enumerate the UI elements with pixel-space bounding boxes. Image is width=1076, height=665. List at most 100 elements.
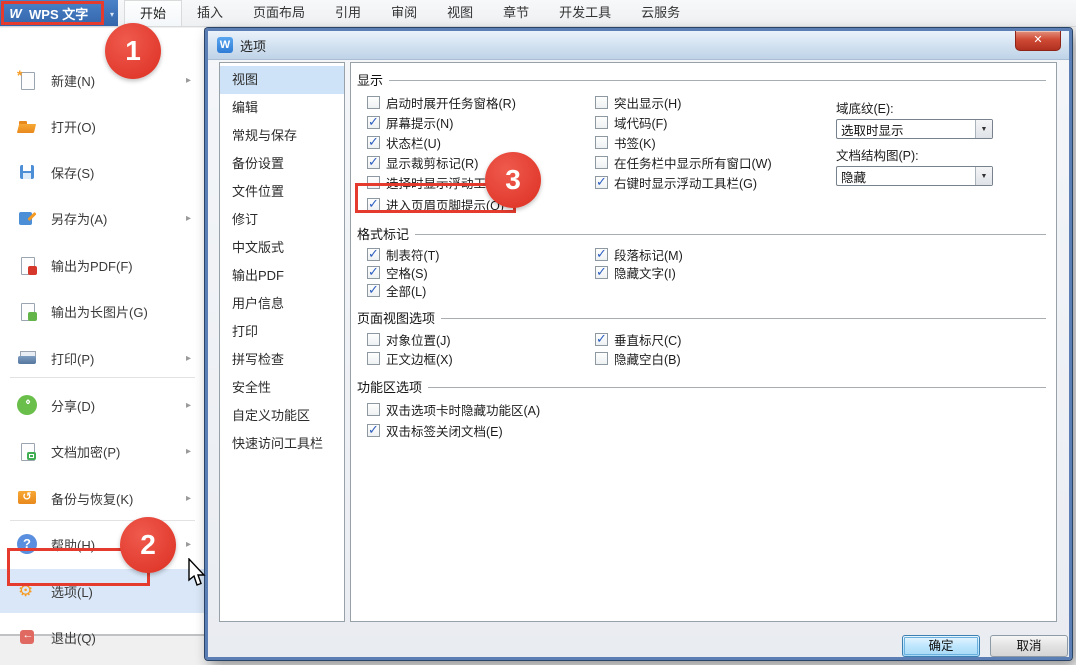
document-map-dropdown[interactable]: 隐藏 (836, 166, 993, 186)
menu-item-export-long-image[interactable]: 输出为长图片(G) (0, 289, 205, 333)
checkbox-row[interactable]: 域代码(F) (595, 113, 667, 132)
checkbox-row[interactable]: 正文边框(X) (367, 349, 595, 368)
checkbox[interactable] (367, 352, 380, 365)
step-2-badge: 2 (120, 517, 176, 573)
checkbox[interactable] (595, 333, 608, 346)
nav-item-edit[interactable]: 编辑 (220, 94, 344, 122)
checkbox[interactable] (595, 248, 608, 261)
highlight-box-wps-button (1, 1, 104, 25)
chevron-down-icon[interactable] (975, 120, 992, 138)
submenu-arrow-icon: ▸ (186, 353, 191, 364)
nav-item-backup-settings[interactable]: 备份设置 (220, 150, 344, 178)
close-icon[interactable]: ✕ (1015, 31, 1061, 51)
checkbox-row[interactable]: 双击标签关闭文档(E) (367, 421, 503, 440)
menu-item-encrypt[interactable]: 文档加密(P)▸ (0, 429, 205, 473)
submenu-arrow-icon: ▸ (186, 213, 191, 224)
cancel-button[interactable]: 取消 (990, 635, 1068, 657)
checkbox[interactable] (595, 156, 608, 169)
menu-item-backup-restore[interactable]: 备份与恢复(K)▸ (0, 476, 205, 520)
chevron-down-icon[interactable] (975, 167, 992, 185)
tab-cloud[interactable]: 云服务 (626, 0, 695, 26)
checkbox-row[interactable]: 双击选项卡时隐藏功能区(A) (367, 400, 540, 419)
ribbon-tab-bar: W WPS 文字 ▾ 开始 插入 页面布局 引用 审阅 视图 章节 开发工具 云… (0, 0, 1076, 27)
nav-item-custom-ribbon[interactable]: 自定义功能区 (220, 402, 344, 430)
checkbox-row[interactable]: 垂直标尺(C) (595, 330, 681, 349)
checkbox[interactable] (595, 116, 608, 129)
checkbox-row[interactable]: 启动时展开任务窗格(R) (367, 93, 595, 112)
checkbox-row[interactable]: 段落标记(M) (595, 245, 683, 264)
checkbox[interactable] (367, 424, 380, 437)
checkbox[interactable] (367, 156, 380, 169)
tab-insert[interactable]: 插入 (182, 0, 238, 26)
group-title-format-marks: 格式标记 (357, 224, 409, 243)
nav-item-security[interactable]: 安全性 (220, 374, 344, 402)
checkbox-row[interactable]: 右键时显示浮动工具栏(G) (595, 173, 757, 192)
tab-references[interactable]: 引用 (320, 0, 376, 26)
checkbox-row[interactable]: 书签(K) (595, 133, 656, 152)
checkbox-row[interactable]: 显示裁剪标记(R) (367, 153, 595, 172)
checkbox-row[interactable]: 屏幕提示(N) (367, 113, 595, 132)
submenu-arrow-icon: ▸ (186, 539, 191, 550)
menu-item-new[interactable]: 新建(N)▸ (0, 58, 205, 102)
submenu-arrow-icon: ▸ (186, 493, 191, 504)
nav-item-chinese-layout[interactable]: 中文版式 (220, 234, 344, 262)
group-rule (415, 234, 1046, 235)
checkbox[interactable] (595, 176, 608, 189)
menu-item-save[interactable]: 保存(S) (0, 150, 205, 194)
ok-button[interactable]: 确定 (902, 635, 980, 657)
nav-item-file-locations[interactable]: 文件位置 (220, 178, 344, 206)
menu-item-exit[interactable]: 退出(Q) (0, 615, 205, 659)
checkbox[interactable] (595, 266, 608, 279)
checkbox-row[interactable]: 状态栏(U) (367, 133, 595, 152)
dialog-titlebar[interactable]: W 选项 ✕ (208, 31, 1069, 60)
checkbox[interactable] (595, 352, 608, 365)
nav-item-user-info[interactable]: 用户信息 (220, 290, 344, 318)
tab-view[interactable]: 视图 (432, 0, 488, 26)
nav-item-print[interactable]: 打印 (220, 318, 344, 346)
tab-review[interactable]: 审阅 (376, 0, 432, 26)
display-fields: 域底纹(E): 选取时显示 文档结构图(P): 隐藏 (836, 98, 996, 192)
checkbox-row[interactable]: 在任务栏中显示所有窗口(W) (595, 153, 772, 172)
checkbox-row[interactable]: 制表符(T) (367, 245, 595, 264)
checkbox-row[interactable]: 对象位置(J) (367, 330, 595, 349)
menu-item-share[interactable]: 分享(D)▸ (0, 383, 205, 427)
field-shading-dropdown[interactable]: 选取时显示 (836, 119, 993, 139)
checkbox[interactable] (367, 116, 380, 129)
nav-item-general-save[interactable]: 常规与保存 (220, 122, 344, 150)
checkbox[interactable] (367, 284, 380, 297)
checkbox-row[interactable]: 隐藏空白(B) (595, 349, 681, 368)
group-title-page-view: 页面视图选项 (357, 308, 435, 327)
menu-divider (10, 520, 195, 521)
options-content-panel: 显示 启动时展开任务窗格(R)突出显示(H) 屏幕提示(N)域代码(F) 状态栏… (350, 62, 1057, 622)
menu-item-open[interactable]: 打开(O) (0, 104, 205, 148)
checkbox-row[interactable]: 隐藏文字(I) (595, 263, 676, 282)
nav-item-quick-access[interactable]: 快速访问工具栏 (220, 430, 344, 458)
checkbox-row[interactable]: 突出显示(H) (595, 93, 681, 112)
step-3-badge: 3 (485, 152, 541, 208)
menu-item-print[interactable]: 打印(P)▸ (0, 336, 205, 380)
tab-section[interactable]: 章节 (488, 0, 544, 26)
checkbox[interactable] (367, 136, 380, 149)
nav-item-view[interactable]: 视图 (220, 66, 344, 94)
menu-item-export-pdf[interactable]: 输出为PDF(F) (0, 243, 205, 287)
print-icon (17, 348, 37, 368)
screen: W WPS 文字 ▾ 开始 插入 页面布局 引用 审阅 视图 章节 开发工具 云… (0, 0, 1076, 665)
checkbox[interactable] (367, 333, 380, 346)
checkbox[interactable] (367, 96, 380, 109)
nav-item-revisions[interactable]: 修订 (220, 206, 344, 234)
tab-developer[interactable]: 开发工具 (544, 0, 626, 26)
tab-page-layout[interactable]: 页面布局 (238, 0, 320, 26)
group-rule (389, 80, 1046, 81)
nav-item-spellcheck[interactable]: 拼写检查 (220, 346, 344, 374)
checkbox[interactable] (595, 136, 608, 149)
options-dialog: W 选项 ✕ 视图 编辑 常规与保存 备份设置 文件位置 修订 中文版式 输出P… (205, 28, 1072, 660)
chevron-down-icon: ▾ (110, 10, 114, 19)
checkbox[interactable] (595, 96, 608, 109)
checkbox[interactable] (367, 266, 380, 279)
checkbox[interactable] (367, 248, 380, 261)
nav-item-export-pdf[interactable]: 输出PDF (220, 262, 344, 290)
checkbox-row[interactable]: 空格(S) (367, 263, 595, 282)
checkbox[interactable] (367, 403, 380, 416)
menu-item-save-as[interactable]: 另存为(A)▸ (0, 196, 205, 240)
checkbox-row[interactable]: 全部(L) (367, 281, 595, 300)
